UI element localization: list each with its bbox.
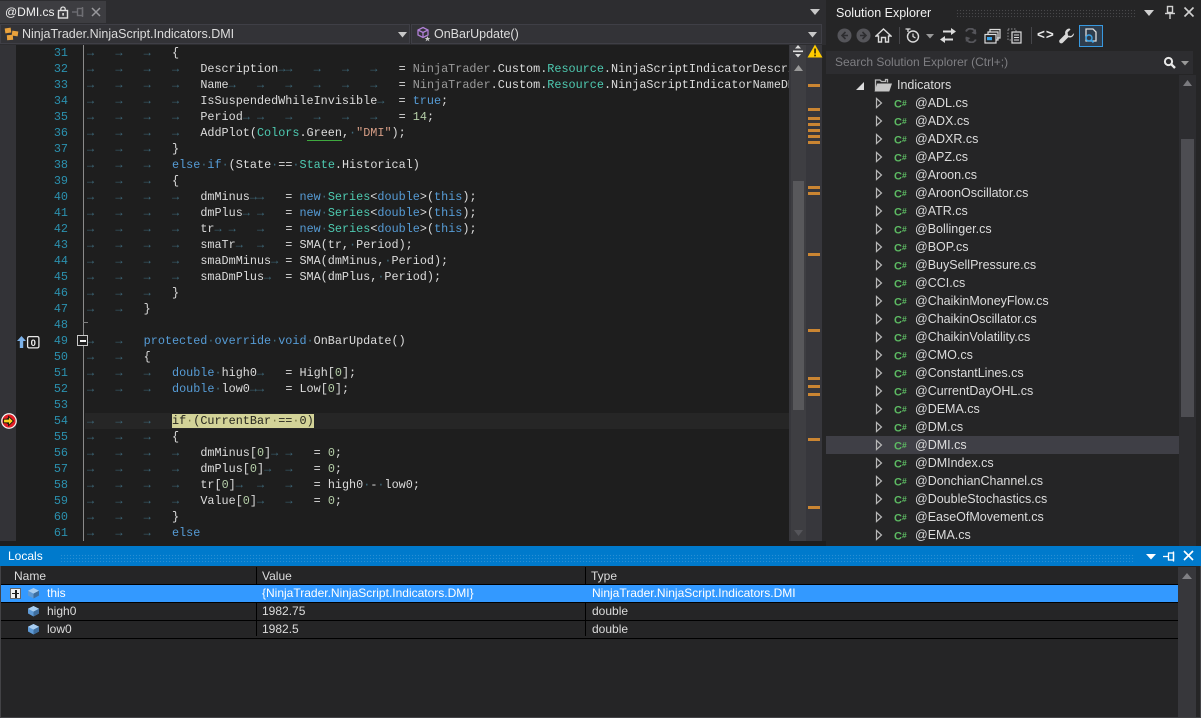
svg-text:C#: C# — [894, 296, 907, 307]
svg-text:C#: C# — [894, 98, 907, 109]
svg-text:C#: C# — [894, 422, 907, 433]
svg-text:C#: C# — [894, 170, 907, 181]
svg-text:C#: C# — [894, 404, 907, 415]
svg-text:C#: C# — [894, 206, 907, 217]
svg-text:C#: C# — [894, 458, 907, 469]
svg-text:C#: C# — [894, 476, 907, 487]
svg-text:C#: C# — [894, 116, 907, 127]
svg-text:C#: C# — [894, 278, 907, 289]
svg-text:C#: C# — [894, 494, 907, 505]
svg-text:C#: C# — [894, 314, 907, 325]
svg-text:C#: C# — [894, 260, 907, 271]
svg-text:C#: C# — [894, 350, 907, 361]
svg-text:0: 0 — [31, 338, 36, 349]
svg-text:C#: C# — [894, 512, 907, 523]
svg-text:C#: C# — [894, 152, 907, 163]
svg-text:C#: C# — [894, 440, 907, 451]
svg-text:C#: C# — [894, 224, 907, 235]
svg-text:C#: C# — [894, 332, 907, 343]
svg-text:C#: C# — [894, 134, 907, 145]
svg-text:C#: C# — [894, 188, 907, 199]
svg-text:C#: C# — [894, 386, 907, 397]
svg-text:C#: C# — [894, 530, 907, 541]
svg-text:C#: C# — [894, 368, 907, 379]
svg-text:C#: C# — [894, 242, 907, 253]
